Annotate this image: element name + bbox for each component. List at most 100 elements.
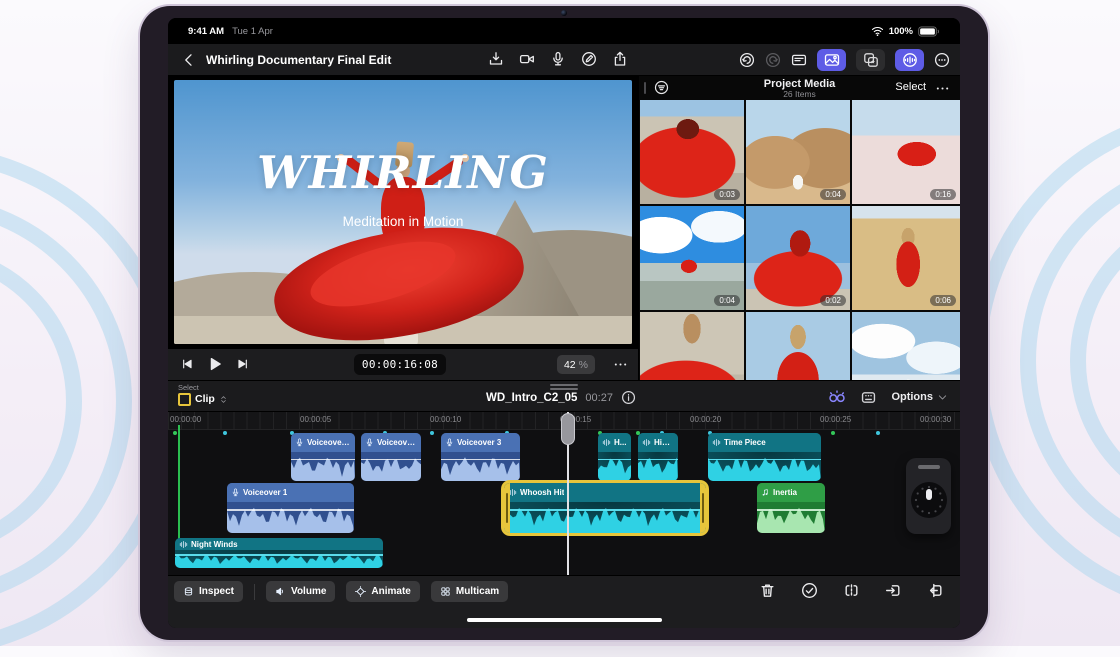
viewer: WHIRLING Meditation in Motion [168,76,638,348]
options-button[interactable]: Options [891,391,948,403]
bottom-toolbar-buttons: Inspect Volume Animate Multicam [174,581,508,602]
clip-waveform [291,452,355,481]
timeline-clip[interactable]: Inertia [757,483,825,533]
animate-icon [355,586,366,597]
connect-icon[interactable] [843,582,860,599]
play-button[interactable] [207,356,223,372]
import-icon[interactable] [488,51,504,67]
clip-name: Whoosh Hit [520,488,564,497]
media-thumbnail[interactable] [852,312,960,380]
photos-icon[interactable] [817,49,846,71]
insert-icon[interactable] [885,582,902,599]
select-button[interactable]: Select [895,81,926,93]
clip-volume-line[interactable] [441,459,520,460]
clip-volume-line[interactable] [291,459,355,460]
clip-name: Inertia [773,488,797,497]
camera-icon[interactable] [519,51,535,67]
undo-icon[interactable] [739,52,755,68]
timeline-clip[interactable]: H... [598,433,631,481]
front-camera [561,10,567,16]
media-thumbnail[interactable] [746,312,850,380]
toolbar-right-icons [739,49,950,71]
clip-volume-line[interactable] [638,459,678,460]
home-indicator[interactable] [467,618,662,623]
transport-bar: 00:00:16:08 42 % [168,348,638,380]
clip-volume-line[interactable] [361,459,421,460]
clip-name: Voiceover 2 [307,438,351,447]
timecode-display[interactable]: 00:00:16:08 [354,354,446,375]
jog-grab-bar[interactable] [918,465,940,469]
clip-volume-line[interactable] [175,554,383,555]
clip-volume-line[interactable] [757,509,825,510]
ruler-label: 00:00:25 [820,415,851,424]
timeline-clip[interactable]: Voiceover 1 [227,483,354,533]
trash-icon[interactable] [759,582,776,599]
timeline-clip[interactable]: Voiceover 2 [291,433,355,481]
chevron-down-icon [937,392,948,403]
zoom-level-control[interactable]: 42 % [557,355,595,374]
jog-wheel[interactable] [906,458,951,534]
back-button[interactable] [180,51,198,69]
multicam-angles-button[interactable] [860,389,877,406]
thumbnail-duration: 0:16 [930,189,956,200]
timeline-clip[interactable]: High... [638,433,678,481]
volume-button[interactable]: Volume [266,581,335,602]
thumbnail-duration: 0:02 [820,295,846,306]
options-label: Options [891,391,933,403]
speaker-icon [275,586,286,597]
enhance-audio-button[interactable] [828,388,846,406]
microphone-icon [365,438,374,447]
media-thumbnail[interactable]: 0:16 [852,100,960,204]
effects-icon[interactable] [856,49,885,71]
viewer-more-button[interactable] [613,357,628,372]
clip-volume-line[interactable] [227,509,354,510]
media-more-button[interactable] [935,81,950,96]
pencil-circle-icon[interactable] [581,51,597,67]
media-thumbnail[interactable]: 0:04 [640,206,744,310]
clip-mode-icon [178,393,191,406]
check-circle-icon[interactable] [801,582,818,599]
thumbnail-duration: 0:04 [714,295,740,306]
multicam-button[interactable]: Multicam [431,581,508,602]
trim-handle-left[interactable] [504,483,510,533]
more-icon[interactable] [934,52,950,68]
media-thumbnail[interactable]: 0:06 [852,206,960,310]
inspect-button[interactable]: Inspect [174,581,243,602]
microphone-icon[interactable] [550,51,566,67]
timeline-clip[interactable]: Night Winds [175,538,383,568]
skip-back-button[interactable] [180,357,194,371]
timeline-clip[interactable]: Time Piece [708,433,821,481]
media-thumbnail[interactable]: 0:03 [640,100,744,204]
timeline-clip[interactable]: Whoosh Hit [504,483,706,533]
info-button[interactable] [621,390,636,405]
media-thumbnail[interactable]: 0:02 [746,206,850,310]
redo-icon[interactable] [765,52,781,68]
titles-icon[interactable] [791,52,807,68]
timeline-clip[interactable]: Voiceover 3 [441,433,520,481]
timeline-clip[interactable]: Voiceover 2 [361,433,421,481]
grid-icon [440,586,451,597]
app-toolbar: Whirling Documentary Final Edit [168,44,960,76]
clip-volume-line[interactable] [504,509,706,510]
share-icon[interactable] [612,51,628,67]
animate-button[interactable]: Animate [346,581,419,602]
clip-volume-line[interactable] [708,459,821,460]
voice-icon[interactable] [895,49,924,71]
clip-header: H... [598,433,631,452]
clip-marker-dot [831,431,835,435]
video-preview[interactable]: WHIRLING Meditation in Motion [174,80,632,344]
note-icon [761,488,770,497]
playhead-handle[interactable] [561,413,575,445]
media-thumbnail[interactable]: 0:04 [746,100,850,204]
select-mode-control[interactable]: Clip [178,393,228,406]
trim-handle-right[interactable] [700,483,706,533]
app-screen: 9:41 AM Tue 1 Apr 100% Whirling Document… [168,18,960,628]
clip-volume-line[interactable] [598,459,631,460]
media-thumbnail[interactable] [640,312,744,380]
inspect-icon [183,586,194,597]
battery-icon [918,26,940,37]
skip-forward-button[interactable] [236,357,250,371]
wifi-icon [871,25,884,38]
append-icon[interactable] [927,582,944,599]
jog-dial[interactable] [911,482,947,518]
